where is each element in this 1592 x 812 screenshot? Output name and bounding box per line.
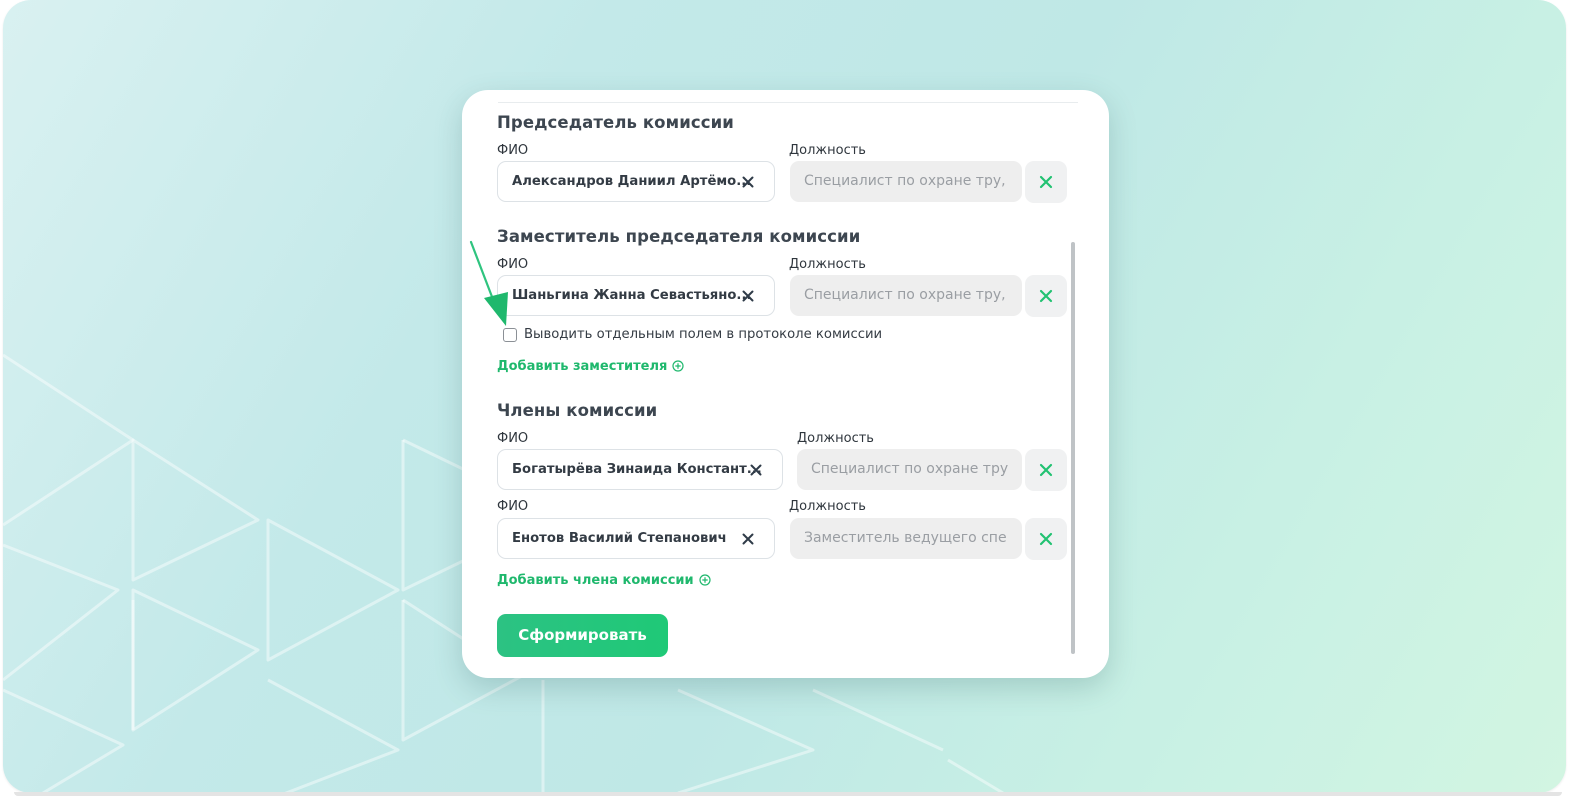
deputy-remove-button[interactable]	[1025, 275, 1067, 317]
add-member-label: Добавить члена комиссии	[497, 573, 694, 588]
chairman-section-title: Председатель комиссии	[497, 113, 734, 132]
chairman-name-field[interactable]: Александров Даниил Артёмо...	[497, 161, 775, 202]
chairman-remove-button[interactable]	[1025, 161, 1067, 203]
member-2-remove-button[interactable]	[1025, 518, 1067, 560]
member-2-position-label: Должность	[789, 499, 866, 514]
separate-field-checkbox-label: Выводить отдельным полем в протоколе ком…	[524, 327, 883, 342]
deputy-position-value: Специалист по охране тру,	[804, 287, 1006, 303]
member-1-position-field[interactable]: Специалист по охране тру	[797, 449, 1022, 490]
deputy-section-title: Заместитель председателя комиссии	[497, 227, 861, 246]
member-1-position-value: Специалист по охране тру	[811, 461, 1009, 477]
chairman-name-value: Александров Даниил Артёмо...	[512, 174, 752, 189]
member-1-position-label: Должность	[797, 431, 874, 446]
close-icon	[1039, 532, 1053, 546]
top-divider	[498, 102, 1078, 103]
separate-field-checkbox[interactable]	[503, 328, 517, 342]
commission-form-card: Председатель комиссии ФИО Должность Алек…	[462, 90, 1109, 678]
member-2-name-field[interactable]: Енотов Василий Степанович	[497, 518, 775, 559]
member-2-position-field[interactable]: Заместитель ведущего спе	[790, 518, 1022, 559]
member-1-remove-button[interactable]	[1025, 449, 1067, 491]
member-1-fio-label: ФИО	[497, 431, 529, 446]
deputy-position-field[interactable]: Специалист по охране тру,	[790, 275, 1022, 316]
chairman-position-field[interactable]: Специалист по охране тру,	[790, 161, 1022, 202]
member-1-name-value: Богатырёва Зинаида Констант...	[512, 462, 762, 477]
close-icon[interactable]	[740, 288, 756, 304]
deputy-name-field[interactable]: Шаньгина Жанна Севастьяно...	[497, 275, 775, 316]
chairman-position-value: Специалист по охране тру,	[804, 173, 1006, 189]
plus-circle-icon	[699, 574, 711, 590]
member-2-fio-label: ФИО	[497, 499, 529, 514]
members-section-title: Члены комиссии	[497, 401, 658, 420]
member-2-position-value: Заместитель ведущего спе	[804, 530, 1007, 546]
submit-button[interactable]: Сформировать	[497, 614, 668, 657]
close-icon	[1039, 289, 1053, 303]
deputy-position-label: Должность	[789, 257, 866, 272]
close-icon	[1039, 175, 1053, 189]
close-icon	[1039, 463, 1053, 477]
deputy-name-value: Шаньгина Жанна Севастьяно...	[512, 288, 752, 303]
chairman-fio-label: ФИО	[497, 143, 529, 158]
add-deputy-link[interactable]: Добавить заместителя	[497, 359, 684, 376]
close-icon[interactable]	[740, 531, 756, 547]
add-member-link[interactable]: Добавить члена комиссии	[497, 573, 711, 590]
member-1-name-field[interactable]: Богатырёва Зинаида Констант...	[497, 449, 783, 490]
plus-circle-icon	[672, 360, 684, 376]
arrow-icon	[469, 240, 508, 326]
scrollbar[interactable]	[1071, 242, 1075, 654]
frame-bottom-edge	[14, 792, 1562, 796]
chairman-position-label: Должность	[789, 143, 866, 158]
close-icon[interactable]	[740, 174, 756, 190]
member-2-name-value: Енотов Василий Степанович	[512, 531, 727, 546]
add-deputy-label: Добавить заместителя	[497, 359, 668, 374]
close-icon[interactable]	[748, 462, 764, 478]
